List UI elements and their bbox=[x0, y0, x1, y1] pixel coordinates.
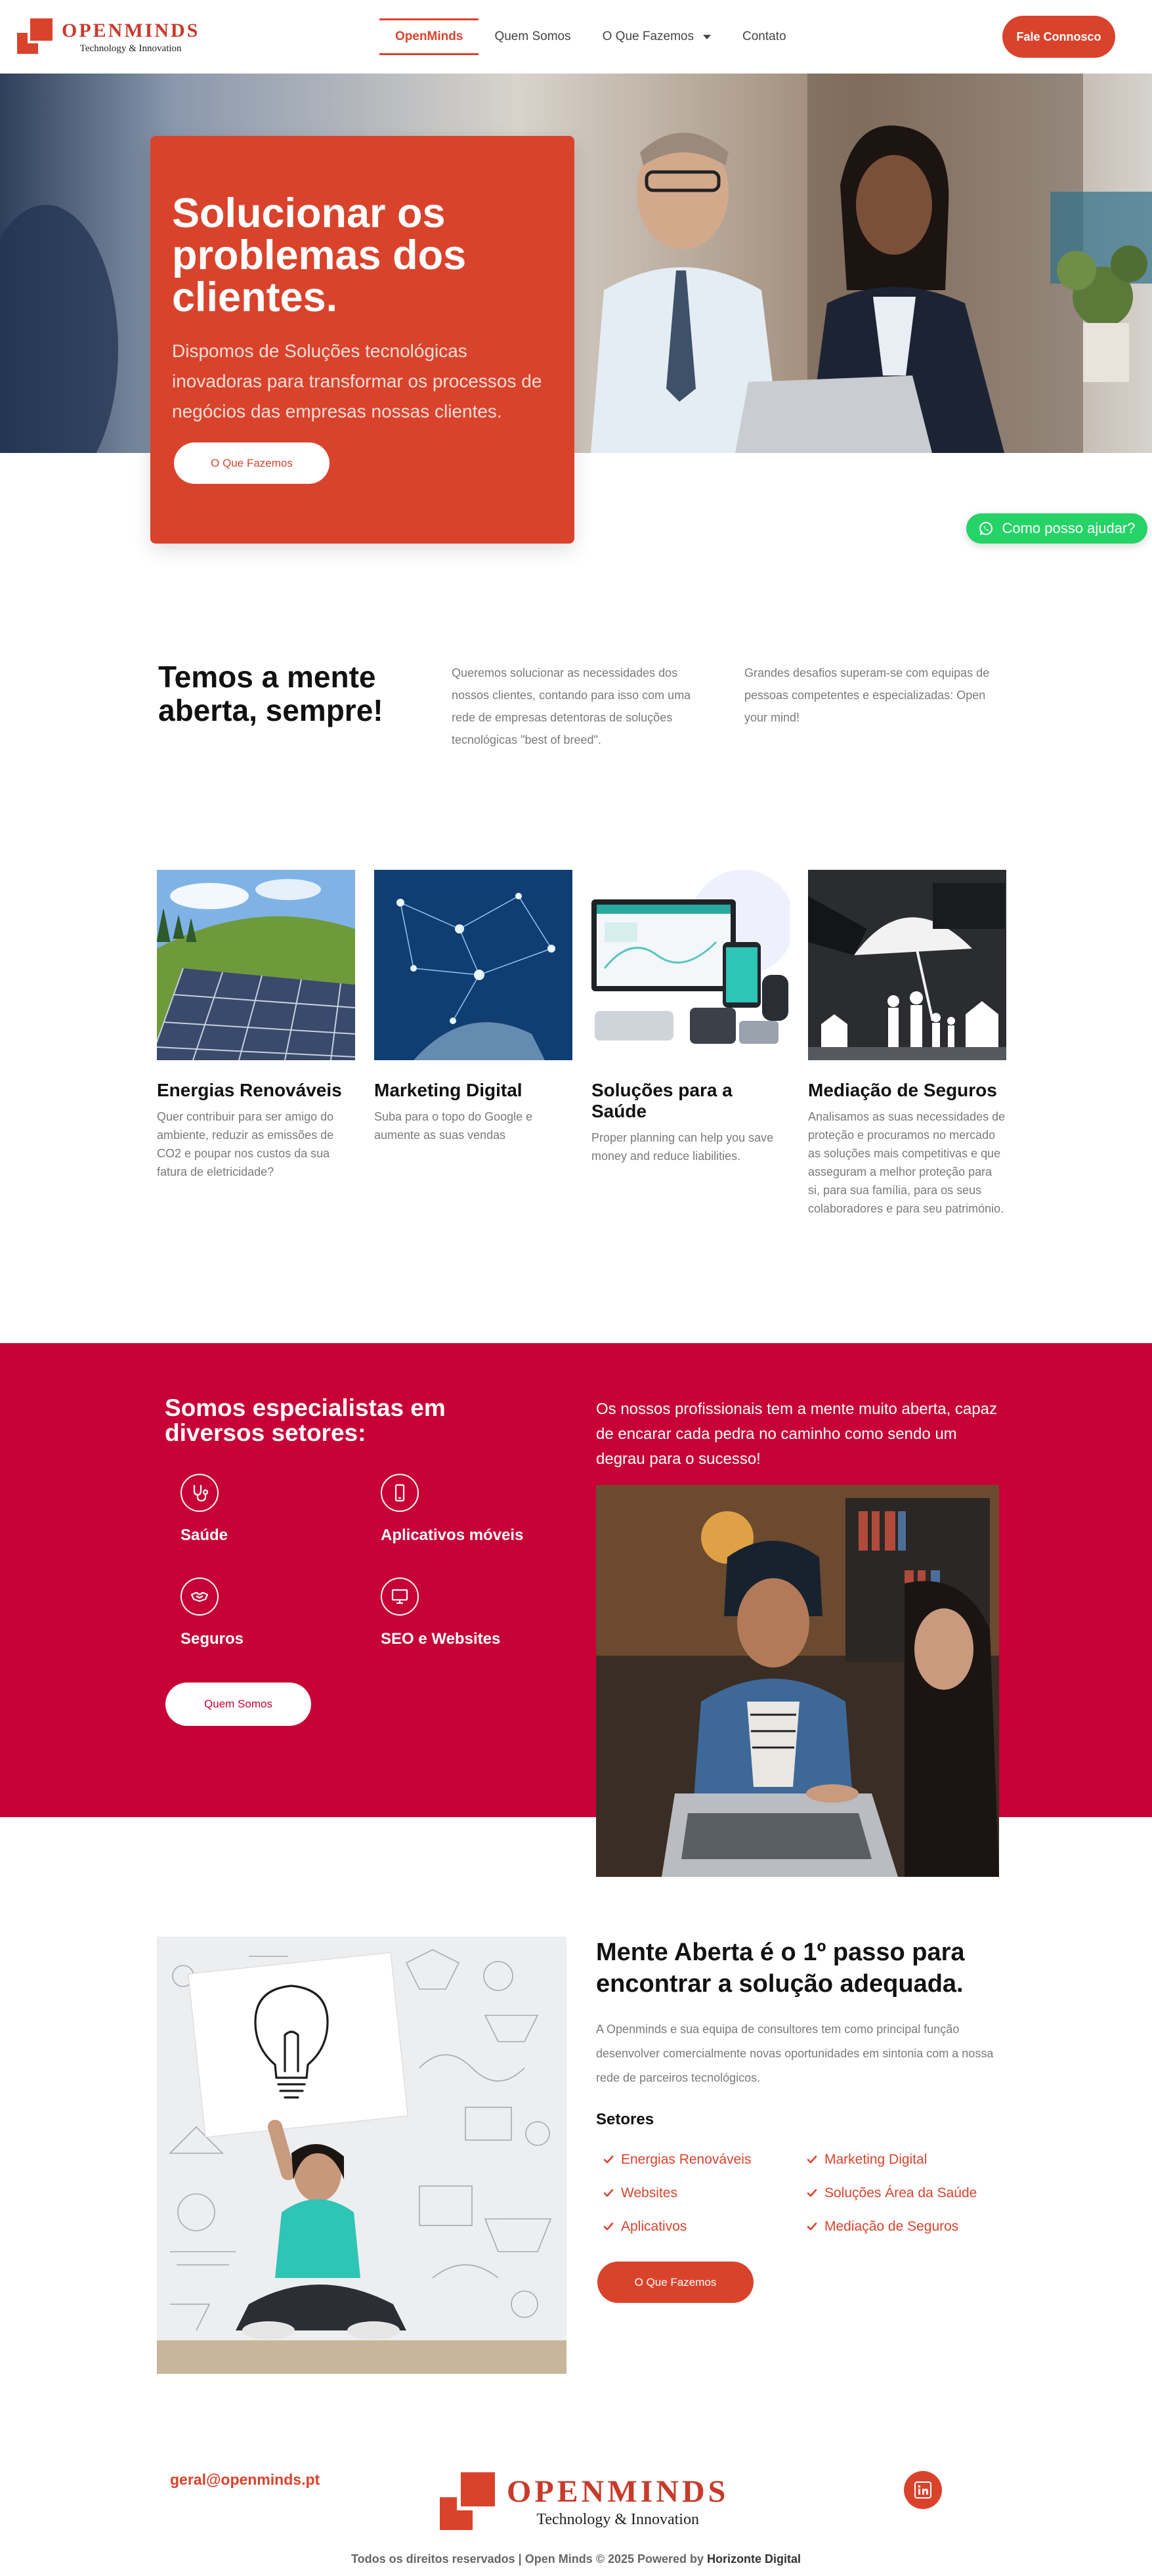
service-desc: Quer contribuir para ser amigo do ambien… bbox=[157, 1110, 334, 1178]
check-icon bbox=[603, 2222, 614, 2231]
check-icon bbox=[807, 2222, 817, 2231]
footer-logo[interactable]: OPENMINDS Technology & Innovation bbox=[440, 2472, 729, 2530]
header-logo[interactable]: OPENMINDS Technology & Innovation bbox=[17, 18, 200, 55]
whatsapp-icon bbox=[979, 522, 993, 535]
copyright-text: Todos os direitos reservados | Open Mind… bbox=[351, 2552, 801, 2565]
stethoscope-icon bbox=[181, 1474, 219, 1512]
mind-text: A Openminds e sua equipa de consultores … bbox=[596, 2023, 994, 2084]
setor-energias[interactable]: Energias Renováveis bbox=[603, 2152, 751, 2168]
service-desc: Proper planning can help you save money … bbox=[591, 1131, 774, 1163]
specialists-title: Somos especialistas em diversos setores: bbox=[165, 1394, 446, 1446]
powered-by-link[interactable]: Horizonte Digital bbox=[707, 2552, 801, 2565]
nav-item-openminds[interactable]: OpenMinds bbox=[379, 18, 479, 55]
logo-tagline: Technology & Innovation bbox=[536, 2511, 699, 2528]
footer-email-link[interactable]: geral@openminds.pt bbox=[170, 2471, 320, 2489]
about-title: Temos a mente aberta, sempre! bbox=[158, 660, 383, 727]
health-devices-image bbox=[591, 870, 790, 1060]
check-icon bbox=[807, 2189, 817, 2197]
hero-o-que-fazemos-button[interactable]: O Que Fazemos bbox=[174, 442, 330, 484]
logo-mark-icon bbox=[440, 2472, 496, 2530]
sector-seo-websites: SEO e Websites bbox=[366, 1578, 549, 1648]
hero-title: Solucionar os problemas dos clientes. bbox=[172, 190, 467, 320]
check-icon bbox=[807, 2155, 817, 2164]
setor-marketing[interactable]: Marketing Digital bbox=[806, 2152, 927, 2168]
check-icon bbox=[603, 2155, 614, 2164]
logo-name: OPENMINDS bbox=[62, 19, 200, 41]
logo-name: OPENMINDS bbox=[507, 2474, 729, 2509]
service-title: Mediação de Seguros bbox=[808, 1080, 997, 1100]
desktop-icon bbox=[381, 1578, 419, 1616]
lightbulb-woman-photo bbox=[157, 1937, 566, 2374]
check-icon bbox=[603, 2189, 614, 2197]
whatsapp-chat-button[interactable]: Como posso ajudar? bbox=[966, 513, 1147, 544]
service-card-energias: Energias Renováveis Quer contribuir para… bbox=[157, 870, 355, 1181]
nav-item-o-que-fazemos[interactable]: O Que Fazemos bbox=[587, 18, 727, 55]
sector-aplicativos: Aplicativos móveis bbox=[366, 1474, 549, 1545]
quem-somos-button[interactable]: Quem Somos bbox=[165, 1683, 311, 1726]
service-title: Energias Renováveis bbox=[157, 1080, 342, 1100]
service-title: Soluções para a Saúde bbox=[591, 1080, 733, 1121]
digital-network-image bbox=[374, 870, 572, 1060]
handshake-icon bbox=[181, 1578, 219, 1616]
mind-o-que-fazemos-button[interactable]: O Que Fazemos bbox=[597, 2262, 754, 2303]
solar-panels-image bbox=[157, 870, 355, 1060]
specialists-text: Os nossos profissionais tem a mente muit… bbox=[596, 1400, 997, 1468]
about-text-2: Grandes desafios superam-se com equipas … bbox=[744, 666, 990, 724]
about-text-1: Queremos solucionar as necessidades dos … bbox=[452, 666, 691, 746]
setor-saude[interactable]: Soluções Área da Saúde bbox=[806, 2185, 977, 2201]
mind-title: Mente Aberta é o 1º passo para encontrar… bbox=[596, 1939, 965, 1998]
logo-tagline: Technology & Innovation bbox=[79, 43, 182, 54]
hero-card: Solucionar os problemas dos clientes. Di… bbox=[150, 136, 574, 544]
service-desc: Suba para o topo do Google e aumente as … bbox=[374, 1110, 533, 1142]
service-title: Marketing Digital bbox=[374, 1080, 523, 1100]
service-card-saude: Soluções para a Saúde Proper planning ca… bbox=[591, 870, 790, 1165]
sector-seguros: Seguros bbox=[165, 1578, 349, 1648]
chevron-down-icon bbox=[703, 34, 711, 39]
nav-item-quem-somos[interactable]: Quem Somos bbox=[479, 18, 586, 55]
setores-title: Setores bbox=[596, 2111, 654, 2128]
linkedin-button[interactable] bbox=[904, 2471, 942, 2509]
sector-saude: Saúde bbox=[165, 1474, 349, 1545]
hero-text: Dispomos de Soluções tecnológicas inovad… bbox=[172, 341, 542, 421]
team-working-photo bbox=[596, 1485, 999, 1877]
mobile-icon bbox=[381, 1474, 419, 1512]
insurance-umbrella-image bbox=[808, 870, 1006, 1060]
service-desc: Analisamos as suas necessidades de prote… bbox=[808, 1110, 1006, 1215]
main-nav: OpenMinds Quem Somos O Que Fazemos Conta… bbox=[379, 18, 802, 55]
setor-seguros[interactable]: Mediação de Seguros bbox=[806, 2219, 958, 2235]
nav-item-contato[interactable]: Contato bbox=[727, 18, 802, 55]
logo-mark-icon bbox=[17, 18, 54, 55]
fale-connosco-button[interactable]: Fale Connosco bbox=[1002, 16, 1115, 58]
site-header: OPENMINDS Technology & Innovation OpenMi… bbox=[0, 0, 1152, 74]
linkedin-icon bbox=[914, 2481, 931, 2499]
whatsapp-label: Como posso ajudar? bbox=[1002, 520, 1136, 536]
setor-websites[interactable]: Websites bbox=[603, 2185, 677, 2201]
service-card-seguros: Mediação de Seguros Analisamos as suas n… bbox=[808, 870, 1006, 1218]
setor-aplicativos[interactable]: Aplicativos bbox=[603, 2219, 687, 2235]
service-card-marketing: Marketing Digital Suba para o topo do Go… bbox=[374, 870, 572, 1144]
